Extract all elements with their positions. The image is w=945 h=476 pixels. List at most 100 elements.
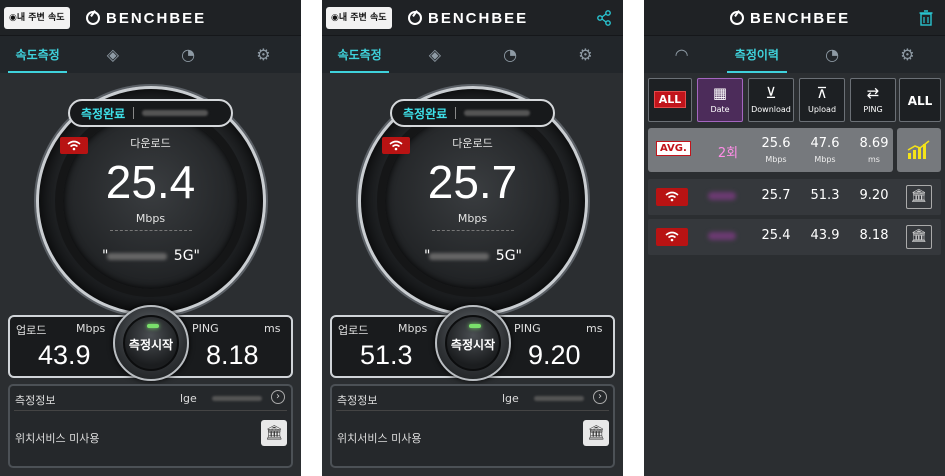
row-upload: 43.9	[810, 228, 840, 243]
info-panel: 측정정보 lge › 위치서비스 미사용 🏛	[8, 384, 293, 468]
ping-unit: ms	[586, 322, 603, 335]
tab-history[interactable]: ◔	[473, 36, 548, 73]
history-icon: ◔	[181, 45, 196, 64]
layers-icon: ◈	[106, 45, 120, 64]
bank-icon[interactable]: 🏛	[583, 420, 609, 446]
location-status: 위치서비스 미사용	[15, 432, 100, 445]
logo-gauge-icon	[730, 11, 744, 25]
download-unit: Mbps	[135, 212, 166, 225]
sort-upload-button[interactable]: ⊼ Upload	[799, 78, 845, 122]
row-download: 25.7	[761, 188, 791, 203]
tab-layers[interactable]: ◈	[75, 36, 150, 73]
logo-text: BENCHBEE	[428, 9, 529, 27]
network-name: " 5G"	[102, 247, 200, 265]
start-label: 측정시작	[128, 337, 174, 352]
upload-unit: Mbps	[398, 322, 428, 335]
avg-count: 2회	[717, 146, 739, 161]
row-ping: 9.20	[859, 188, 889, 203]
carrier-label: lge	[502, 392, 519, 405]
gear-icon: ⚙	[578, 45, 593, 64]
bank-icon[interactable]: 🏛	[906, 225, 932, 249]
ping-label: PING	[514, 322, 541, 335]
avg-upload-unit: Mbps	[814, 155, 836, 164]
chevron-right-icon[interactable]: ›	[271, 390, 285, 404]
status-text: 측정완료	[403, 106, 448, 121]
tab-history[interactable]: 측정이력	[719, 36, 794, 73]
trash-icon[interactable]	[915, 7, 937, 29]
benchbee-logo: BENCHBEE	[408, 8, 528, 28]
filter-all-button[interactable]: ALL	[899, 78, 941, 122]
start-label: 측정시작	[450, 337, 496, 352]
upload-icon: ⊼	[816, 84, 828, 102]
blurred-date	[708, 232, 736, 240]
tab-settings[interactable]: ⚙	[226, 36, 301, 73]
main-tabs: 속도측정 ◈ ◔ ⚙	[322, 36, 623, 73]
logo-text: BENCHBEE	[750, 9, 851, 27]
carrier-label: lge	[180, 392, 197, 405]
bar-chart-icon	[907, 140, 930, 159]
layers-icon: ◈	[428, 45, 442, 64]
blurred-device	[534, 396, 584, 401]
upload-value: 51.3	[360, 340, 413, 370]
row-upload: 51.3	[810, 188, 840, 203]
tab-speed-test[interactable]: ◠	[644, 36, 719, 73]
blurred-server	[142, 110, 209, 116]
download-icon: ⊻	[765, 84, 777, 102]
calendar-icon: ▦	[712, 84, 728, 102]
share-icon[interactable]	[593, 7, 615, 29]
download-value: 25.7	[427, 156, 518, 208]
speed-test-screen-2: ◉내 주변 속도 BENCHBEE 속도측정 ◈ ◔ ⚙ 측정완료 다운로드 2…	[322, 0, 623, 476]
avg-ping: 8.69	[859, 136, 889, 151]
network-name: " 5G"	[424, 247, 522, 265]
blurred-server	[464, 110, 531, 116]
tab-layers[interactable]: ◈	[397, 36, 472, 73]
network-band: 5G"	[173, 248, 200, 264]
upload-label: 업로드	[338, 324, 369, 337]
bank-icon[interactable]: 🏛	[906, 185, 932, 209]
filter-row: ALL ▦ Date ⊻ Download ⊼ Upload ⇄ PING AL…	[644, 78, 945, 124]
download-label: 다운로드	[130, 137, 171, 150]
chevron-right-icon[interactable]: ›	[593, 390, 607, 404]
history-row[interactable]: 25.4 43.9 8.18 🏛	[648, 219, 941, 255]
blurred-date	[708, 192, 736, 200]
avg-download-unit: Mbps	[765, 155, 787, 164]
bank-icon[interactable]: 🏛	[261, 420, 287, 446]
all-badge: ALL	[653, 91, 687, 108]
ping-label: PING	[863, 105, 883, 114]
tab-settings[interactable]: ⚙	[870, 36, 945, 73]
filter-all-network-button[interactable]: ALL	[648, 78, 692, 122]
tab-history[interactable]: ◔	[151, 36, 226, 73]
tab-stats[interactable]: ◔	[795, 36, 870, 73]
history-row[interactable]: 25.7 51.3 9.20 🏛	[648, 179, 941, 215]
history-icon: ◔	[825, 45, 840, 64]
nearby-speed-button[interactable]: ◉내 주변 속도	[4, 7, 70, 29]
download-unit: Mbps	[457, 212, 488, 225]
history-screen: BENCHBEE ◠ 측정이력 ◔ ⚙ ALL ▦ Date ⊻ Downloa…	[644, 0, 945, 476]
ping-icon: ⇄	[866, 84, 880, 102]
all-label: ALL	[907, 94, 933, 108]
network-band: 5G"	[495, 248, 522, 264]
wifi-icon	[656, 188, 688, 206]
blurred-ssid	[107, 253, 167, 260]
blurred-ssid	[429, 253, 489, 260]
gear-icon: ⚙	[256, 45, 271, 64]
chart-button[interactable]	[897, 128, 941, 172]
sort-download-button[interactable]: ⊻ Download	[748, 78, 794, 122]
start-test-button[interactable]: 측정시작	[113, 305, 189, 381]
gear-icon: ⚙	[900, 45, 915, 64]
avg-badge: AVG.	[656, 141, 691, 156]
tab-speed-test[interactable]: 속도측정	[0, 36, 75, 73]
tab-settings[interactable]: ⚙	[548, 36, 623, 73]
logo-gauge-icon	[86, 11, 100, 25]
sort-date-button[interactable]: ▦ Date	[697, 78, 743, 122]
download-value: 25.4	[105, 156, 196, 208]
start-test-button[interactable]: 측정시작	[435, 305, 511, 381]
sort-ping-button[interactable]: ⇄ PING	[850, 78, 896, 122]
status-pill: 측정완료	[390, 99, 555, 127]
nearby-speed-button[interactable]: ◉내 주변 속도	[326, 7, 392, 29]
tab-speed-test[interactable]: 속도측정	[322, 36, 397, 73]
status-pill: 측정완료	[68, 99, 233, 127]
info-title: 측정정보	[15, 394, 56, 407]
benchbee-logo: BENCHBEE	[86, 8, 206, 28]
average-row: AVG. 2회 25.6 Mbps 47.6 Mbps 8.69 ms	[648, 128, 893, 172]
